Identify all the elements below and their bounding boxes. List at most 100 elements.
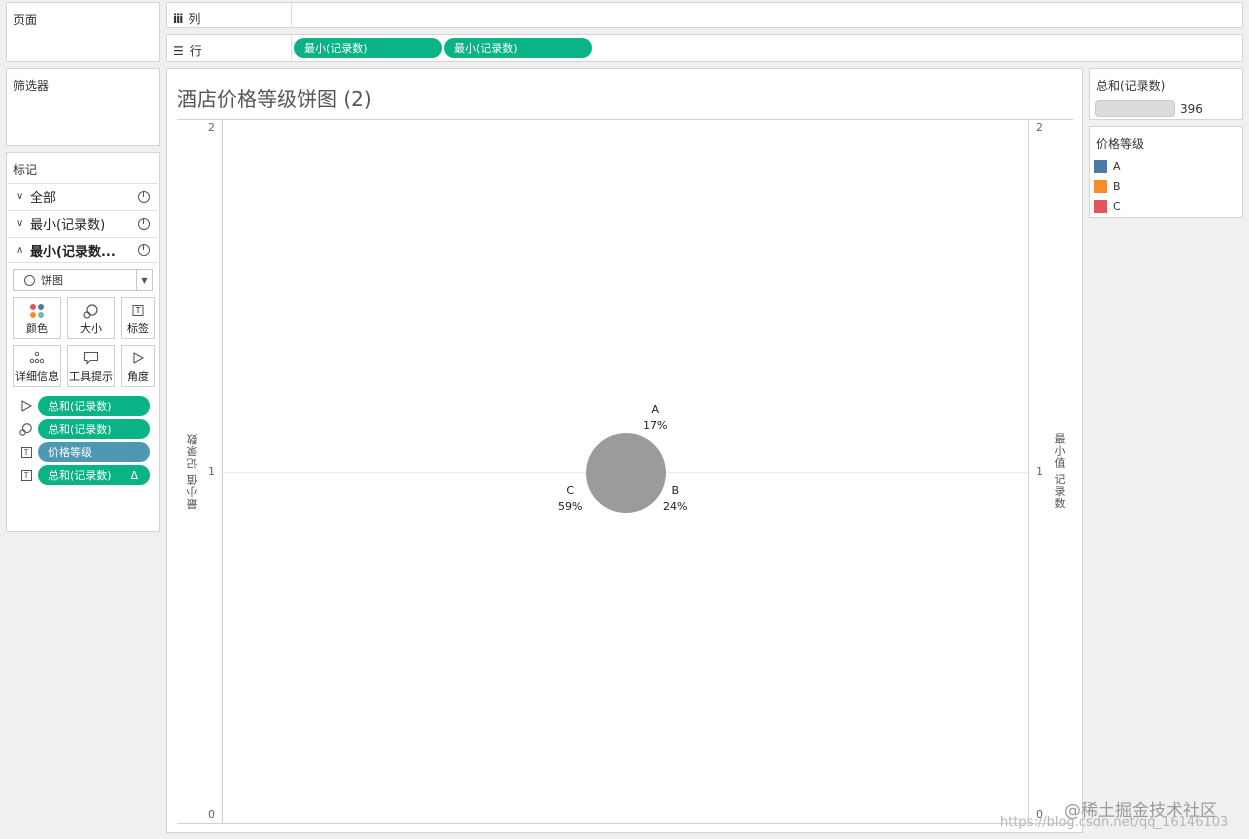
delta-icon: Δ — [130, 468, 138, 482]
right-axis-line — [1028, 120, 1029, 824]
angle-icon — [21, 400, 33, 412]
pie-label-pct: 17% — [643, 419, 668, 432]
detail-tile-label: 详细信息 — [15, 370, 59, 383]
color-legend[interactable]: 价格等级 A B C — [1089, 126, 1243, 218]
text-label-icon: T — [19, 445, 33, 459]
marks-card: 标记 ∨ 全部 ∨ 最小(记录数) ∧ 最小(记录数... 饼图 ▼ 颜色 大小… — [6, 152, 160, 532]
legend-item-b[interactable]: B — [1094, 180, 1121, 193]
watermark-url: https://blog.csdn.net/qq_16146103 — [1000, 815, 1229, 830]
title-divider — [177, 119, 1073, 120]
pie-chart-icon — [138, 190, 150, 203]
pill-label: 总和(记录数) — [48, 469, 112, 482]
pie-chart[interactable] — [581, 428, 671, 518]
size-legend-bar — [1095, 100, 1175, 117]
pie-label-pct: 59% — [558, 500, 583, 513]
right-tick-2: 2 — [1036, 121, 1043, 134]
color-tile[interactable]: 颜色 — [13, 297, 61, 339]
rows-shelf[interactable]: ☰ 行 最小(记录数) 最小(记录数) — [166, 34, 1243, 62]
pages-card[interactable]: 页面 — [6, 2, 160, 62]
pie-label-name: A — [651, 403, 659, 416]
angle-field-pill[interactable]: 总和(记录数) — [38, 396, 150, 416]
marks-row-min-records-1[interactable]: ∨ 最小(记录数) — [8, 210, 158, 236]
chart-view: 酒店价格等级饼图 (2) 2 1 0 2 1 0 最小值 记录数 最小值 记录数… — [166, 68, 1083, 833]
label-field-pill-price-level[interactable]: 价格等级 — [38, 442, 150, 462]
marks-row-min-records-2[interactable]: ∧ 最小(记录数... — [8, 237, 158, 263]
filters-card[interactable]: 筛选器 — [6, 68, 160, 146]
chevron-down-icon: ∨ — [16, 218, 24, 229]
pie-label-c: C 59% — [558, 483, 582, 515]
tooltip-tile-label: 工具提示 — [69, 370, 113, 383]
angle-tile[interactable]: 角度 — [121, 345, 155, 387]
pie-label-name: B — [671, 484, 679, 497]
pie-chart-icon — [24, 274, 35, 286]
mark-type-select[interactable]: 饼图 ▼ — [13, 269, 153, 291]
row-pill-1[interactable]: 最小(记录数) — [294, 38, 442, 58]
mark-type-value: 饼图 — [41, 274, 63, 287]
size-icon — [19, 423, 32, 436]
marks-row-label: 最小(记录数) — [30, 218, 106, 233]
right-axis-title: 最小值 记录数 — [1053, 433, 1066, 510]
angle-icon — [133, 352, 145, 364]
legend-swatch — [1094, 200, 1107, 213]
pie-label-name: C — [566, 484, 575, 497]
legend-swatch — [1094, 160, 1107, 173]
pie-mark[interactable] — [586, 433, 666, 513]
text-label-icon: T — [19, 468, 33, 482]
chevron-down-icon: ∨ — [16, 191, 24, 202]
detail-tile[interactable]: 详细信息 — [13, 345, 61, 387]
pie-label-a: A 17% — [643, 402, 667, 434]
chevron-down-icon[interactable]: ▼ — [136, 270, 152, 290]
color-legend-title: 价格等级 — [1096, 137, 1145, 151]
pie-label-pct: 24% — [663, 500, 688, 513]
filters-title: 筛选器 — [13, 79, 50, 93]
chart-title: 酒店价格等级饼图 (2) — [177, 87, 372, 111]
marks-row-label: 最小(记录数... — [30, 244, 116, 260]
tooltip-tile[interactable]: 工具提示 — [67, 345, 115, 387]
pie-chart-icon — [138, 217, 150, 230]
angle-tile-label: 角度 — [127, 370, 149, 383]
color-tile-label: 颜色 — [26, 322, 48, 335]
size-legend[interactable]: 总和(记录数) 396 — [1089, 68, 1243, 120]
columns-label: 列 — [188, 12, 201, 26]
label-field-pill-records[interactable]: 总和(记录数) Δ — [38, 465, 150, 485]
size-tile-label: 大小 — [80, 322, 102, 335]
pie-label-b: B 24% — [663, 483, 687, 515]
legend-label: B — [1113, 180, 1121, 193]
rows-label: 行 — [189, 44, 202, 58]
pill-label: 总和(记录数) — [48, 400, 112, 413]
chevron-up-icon: ∧ — [16, 244, 24, 256]
text-label-icon: T — [132, 305, 144, 316]
size-tile[interactable]: 大小 — [67, 297, 115, 339]
size-field-pill[interactable]: 总和(记录数) — [38, 419, 150, 439]
left-axis-title: 最小值 记录数 — [186, 433, 199, 510]
pill-label: 总和(记录数) — [48, 423, 112, 436]
legend-item-c[interactable]: C — [1094, 200, 1121, 213]
rows-icon: ☰ — [173, 43, 184, 58]
size-icon — [83, 304, 98, 319]
row-pill-2[interactable]: 最小(记录数) — [444, 38, 592, 58]
bottom-axis-line — [177, 823, 1073, 824]
legend-label: C — [1113, 200, 1121, 213]
legend-swatch — [1094, 180, 1107, 193]
marks-title: 标记 — [13, 163, 38, 177]
marks-row-label: 全部 — [30, 191, 57, 206]
left-tick-0: 0 — [208, 808, 215, 821]
detail-dots-icon — [29, 351, 45, 364]
columns-shelf[interactable]: iii 列 — [166, 2, 1243, 28]
left-tick-1: 1 — [208, 465, 215, 478]
size-legend-value: 396 — [1180, 102, 1203, 116]
pill-label: 最小(记录数) — [304, 42, 368, 55]
label-tile-label: 标签 — [127, 322, 149, 335]
pill-label: 最小(记录数) — [454, 42, 518, 55]
pill-label: 价格等级 — [48, 446, 92, 459]
right-tick-1: 1 — [1036, 465, 1043, 478]
legend-item-a[interactable]: A — [1094, 160, 1121, 173]
color-dots-icon — [30, 304, 44, 318]
columns-icon: iii — [173, 11, 183, 26]
marks-row-all[interactable]: ∨ 全部 — [8, 183, 158, 209]
pie-chart-icon — [138, 244, 150, 256]
pages-title: 页面 — [13, 13, 38, 27]
legend-label: A — [1113, 160, 1121, 173]
label-tile[interactable]: T 标签 — [121, 297, 155, 339]
tooltip-icon — [83, 351, 99, 365]
